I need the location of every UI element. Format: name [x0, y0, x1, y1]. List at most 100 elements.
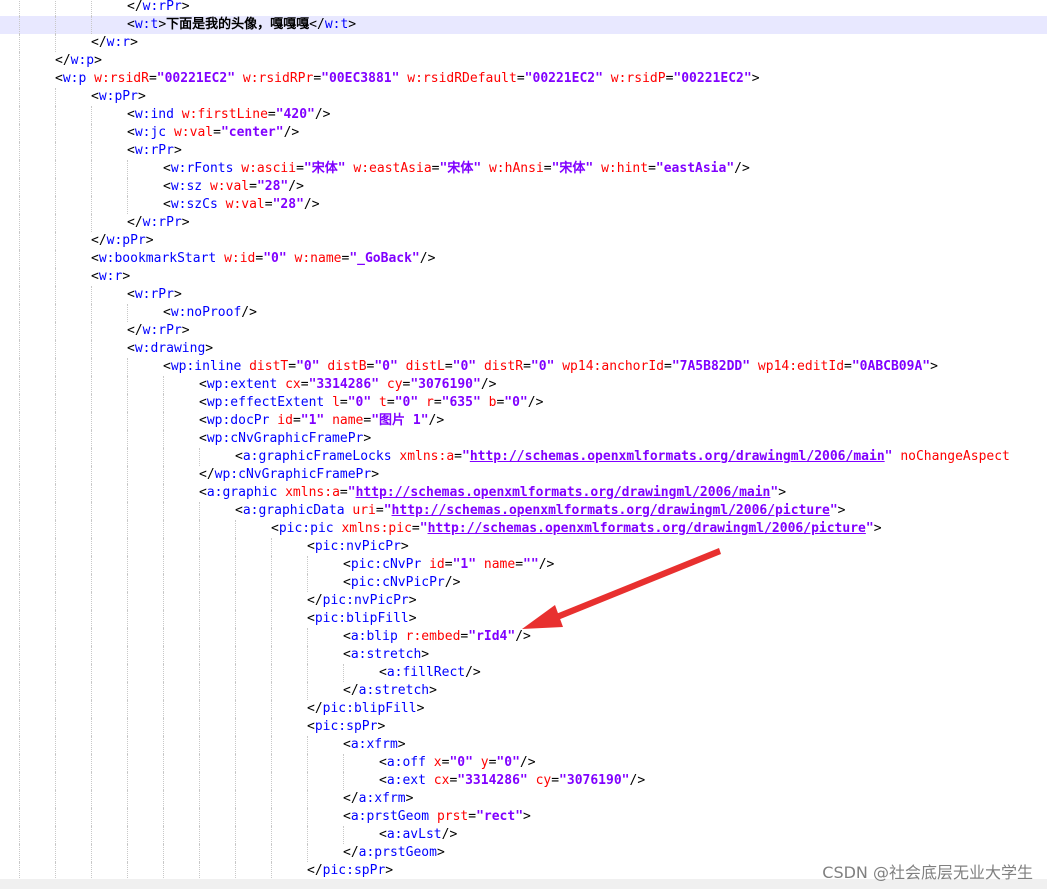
- code-line[interactable]: </w:r>: [0, 34, 1047, 52]
- indent-guide: [307, 790, 308, 808]
- code-token: <: [163, 179, 171, 194]
- code-token: />: [629, 773, 646, 788]
- indent-guide: [127, 160, 128, 178]
- code-line[interactable]: <wp:effectExtent l="0" t="0" r="635" b="…: [0, 394, 1047, 412]
- indent-guide: [127, 682, 128, 700]
- indent-guide: [271, 718, 272, 736]
- indent-guide: [163, 538, 164, 556]
- code-token: name: [332, 413, 364, 428]
- indent-guide: [199, 502, 200, 520]
- code-line[interactable]: <w:bookmarkStart w:id="0" w:name="_GoBac…: [0, 250, 1047, 268]
- code-token: <: [55, 71, 63, 86]
- code-token: a:off: [386, 755, 426, 770]
- indent-guide: [127, 664, 128, 682]
- code-line[interactable]: </w:p>: [0, 52, 1047, 70]
- code-line[interactable]: </w:rPr>: [0, 322, 1047, 340]
- indent-guide: [163, 610, 164, 628]
- code-line[interactable]: <w:pPr>: [0, 88, 1047, 106]
- code-line[interactable]: <w:sz w:val="28"/>: [0, 178, 1047, 196]
- code-line[interactable]: <pic:nvPicPr>: [0, 538, 1047, 556]
- code-line[interactable]: </w:rPr>: [0, 0, 1047, 16]
- indent-guide: [91, 502, 92, 520]
- code-line[interactable]: <a:graphic xmlns:a="http://schemas.openx…: [0, 484, 1047, 502]
- code-token: =: [454, 449, 462, 464]
- code-line[interactable]: <w:szCs w:val="28"/>: [0, 196, 1047, 214]
- code-line[interactable]: <a:ext cx="3314286" cy="3076190"/>: [0, 772, 1047, 790]
- indent-guide: [19, 34, 20, 52]
- indent-guide: [271, 682, 272, 700]
- indent-guide: [19, 340, 20, 358]
- code-token: a:graphicFrameLocks: [242, 449, 392, 464]
- code-token: >: [421, 647, 430, 662]
- code-token: uri: [352, 503, 376, 518]
- code-line[interactable]: <a:graphicData uri="http://schemas.openx…: [0, 502, 1047, 520]
- indent-guide: [343, 772, 344, 790]
- code-token: w:r: [98, 269, 123, 284]
- indent-guide: [235, 808, 236, 826]
- code-token: a:ext: [386, 773, 426, 788]
- code-token: </: [309, 17, 325, 32]
- code-line[interactable]: <w:t>下面是我的头像，嘎嘎嘎</w:t>: [0, 16, 1047, 34]
- code-token: a:stretch: [350, 647, 422, 662]
- code-token: >: [408, 611, 417, 626]
- code-line[interactable]: <pic:spPr>: [0, 718, 1047, 736]
- code-line[interactable]: <a:fillRect/>: [0, 664, 1047, 682]
- code-line[interactable]: <pic:pic xmlns:pic="http://schemas.openx…: [0, 520, 1047, 538]
- code-line[interactable]: <a:avLst/>: [0, 826, 1047, 844]
- code-line[interactable]: </a:stretch>: [0, 682, 1047, 700]
- code-line[interactable]: <wp:docPr id="1" name="图片 1"/>: [0, 412, 1047, 430]
- code-line[interactable]: <w:rFonts w:ascii="宋体" w:eastAsia="宋体" w…: [0, 160, 1047, 178]
- code-line[interactable]: <a:off x="0" y="0"/>: [0, 754, 1047, 772]
- code-line[interactable]: </w:rPr>: [0, 214, 1047, 232]
- code-line[interactable]: <pic:cNvPr id="1" name=""/>: [0, 556, 1047, 574]
- code-line[interactable]: <a:xfrm>: [0, 736, 1047, 754]
- code-token: "宋体": [439, 161, 482, 176]
- code-token: "center": [220, 125, 284, 140]
- indent-guide: [235, 520, 236, 538]
- code-token: =: [288, 359, 297, 374]
- code-line[interactable]: <wp:cNvGraphicFramePr>: [0, 430, 1047, 448]
- code-line[interactable]: <w:ind w:firstLine="420"/>: [0, 106, 1047, 124]
- indent-guide: [163, 700, 164, 718]
- indent-guide: [127, 376, 128, 394]
- indent-guide: [91, 304, 92, 322]
- indent-guide: [19, 250, 20, 268]
- code-line[interactable]: </a:xfrm>: [0, 790, 1047, 808]
- code-line[interactable]: <a:prstGeom prst="rect">: [0, 808, 1047, 826]
- code-line[interactable]: </wp:cNvGraphicFramePr>: [0, 466, 1047, 484]
- code-line[interactable]: </w:pPr>: [0, 232, 1047, 250]
- code-line[interactable]: <w:noProof/>: [0, 304, 1047, 322]
- code-token: w:val: [225, 197, 265, 212]
- code-line[interactable]: <a:graphicFrameLocks xmlns:a="http://sch…: [0, 448, 1047, 466]
- code-line[interactable]: <a:stretch>: [0, 646, 1047, 664]
- code-token: w:rPr: [134, 143, 174, 158]
- code-line[interactable]: <pic:blipFill>: [0, 610, 1047, 628]
- indent-guide: [19, 106, 20, 124]
- code-line[interactable]: <wp:extent cx="3314286" cy="3076190"/>: [0, 376, 1047, 394]
- code-line[interactable]: </pic:blipFill>: [0, 700, 1047, 718]
- indent-guide: [307, 664, 308, 682]
- code-token: <: [379, 773, 387, 788]
- code-token: </: [307, 593, 323, 608]
- code-text: <a:ext cx="3314286" cy="3076190"/>: [379, 772, 645, 790]
- indent-guide: [199, 808, 200, 826]
- code-line[interactable]: <pic:cNvPicPr/>: [0, 574, 1047, 592]
- code-line[interactable]: <w:rPr>: [0, 142, 1047, 160]
- code-line[interactable]: <wp:inline distT="0" distB="0" distL="0"…: [0, 358, 1047, 376]
- code-line[interactable]: <w:drawing>: [0, 340, 1047, 358]
- indent-guide: [271, 610, 272, 628]
- code-line[interactable]: <w:jc w:val="center"/>: [0, 124, 1047, 142]
- code-text: <a:graphic xmlns:a="http://schemas.openx…: [199, 484, 786, 502]
- code-line[interactable]: <a:blip r:embed="rId4"/>: [0, 628, 1047, 646]
- code-line[interactable]: <w:r>: [0, 268, 1047, 286]
- indent-guide: [127, 196, 128, 214]
- code-line[interactable]: <w:rPr>: [0, 286, 1047, 304]
- code-line[interactable]: <w:p w:rsidR="00221EC2" w:rsidRPr="00EC3…: [0, 70, 1047, 88]
- xml-code-editor[interactable]: </w:rPr> <w:t>下面是我的头像，嘎嘎嘎</w:t> </w:r> </w:…: [0, 0, 1047, 879]
- code-line[interactable]: </pic:nvPicPr>: [0, 592, 1047, 610]
- indent-guide: [55, 16, 56, 34]
- code-token: =: [515, 557, 524, 572]
- code-token: <: [307, 611, 315, 626]
